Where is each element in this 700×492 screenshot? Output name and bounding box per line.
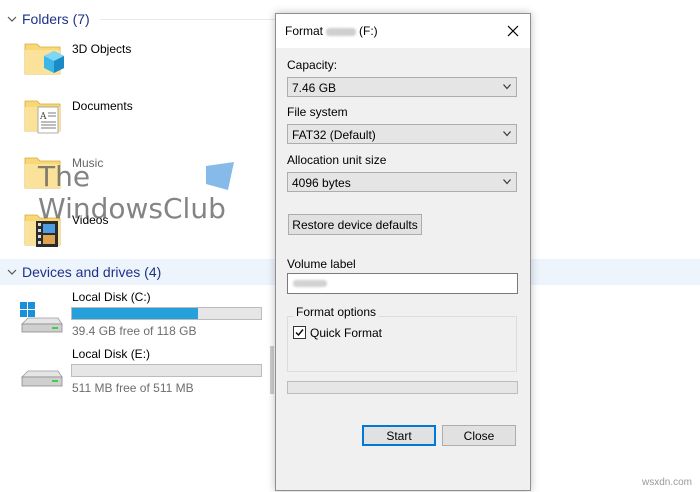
watermark: The WindowsClub	[38, 160, 238, 230]
dialog-title: Format (F:)	[285, 24, 378, 38]
watermark-logo-icon	[206, 162, 234, 190]
devices-group-header[interactable]: Devices and drives (4)	[0, 260, 161, 284]
drive-e[interactable]: Local Disk (E:) 511 MB free of 511 MB	[18, 347, 268, 397]
allocation-select[interactable]: 4096 bytes	[287, 172, 517, 192]
volume-label-label: Volume label	[287, 257, 356, 271]
drive-free-space: 39.4 GB free of 118 GB	[72, 324, 197, 338]
quick-format-checkbox[interactable]	[293, 326, 306, 339]
folder-label: Documents	[72, 99, 133, 113]
chevron-down-icon	[503, 179, 511, 185]
filesystem-select[interactable]: FAT32 (Default)	[287, 124, 517, 144]
format-options-group	[287, 316, 517, 372]
drive-free-space: 511 MB free of 511 MB	[72, 381, 194, 395]
capacity-label: Capacity:	[287, 58, 338, 72]
site-watermark: wsxdn.com	[641, 477, 692, 488]
folder-documents-icon: A	[24, 100, 61, 134]
folder-label: 3D Objects	[72, 42, 132, 56]
folder-3d-objects-icon	[24, 43, 64, 75]
filesystem-value: FAT32 (Default)	[292, 128, 376, 142]
allocation-value: 4096 bytes	[292, 176, 351, 190]
watermark-line2: WindowsClub	[38, 192, 226, 225]
windows-drive-icon	[20, 302, 63, 333]
folders-group-header[interactable]: Folders (7)	[0, 7, 90, 31]
format-dialog: Format (F:) Capacity: 7.46 GB File system…	[275, 13, 531, 491]
chevron-down-icon	[7, 16, 17, 22]
folder-documents[interactable]: A Documents	[22, 95, 272, 147]
restore-defaults-button[interactable]: Restore device defaults	[288, 214, 422, 235]
dialog-titlebar[interactable]: Format (F:)	[276, 14, 530, 48]
drive-usage-bar	[71, 364, 262, 377]
capacity-select[interactable]: 7.46 GB	[287, 77, 517, 97]
dialog-close-button[interactable]	[500, 18, 526, 44]
svg-text:A: A	[39, 112, 47, 122]
folders-header-label: Folders (7)	[22, 11, 90, 27]
start-button[interactable]: Start	[362, 425, 436, 446]
folder-3d-objects[interactable]: 3D Objects	[22, 38, 272, 90]
drive-name: Local Disk (C:)	[72, 290, 151, 304]
drive-icon	[21, 370, 63, 387]
format-progress-bar	[287, 381, 518, 394]
capacity-value: 7.46 GB	[292, 81, 337, 95]
drive-usage-bar	[71, 307, 262, 320]
close-button[interactable]: Close	[442, 425, 516, 446]
chevron-down-icon	[503, 131, 511, 137]
checkmark-icon	[295, 329, 304, 337]
drive-name: Local Disk (E:)	[72, 347, 151, 361]
quick-format-label: Quick Format	[310, 326, 383, 340]
scrollbar-thumb[interactable]	[270, 346, 274, 394]
drive-c[interactable]: Local Disk (C:) 39.4 GB free of 118 GB	[18, 290, 268, 340]
close-icon	[507, 25, 519, 37]
folders-header-divider	[100, 19, 275, 20]
devices-header-label: Devices and drives (4)	[22, 264, 162, 280]
redacted-volume-label	[293, 280, 327, 287]
chevron-down-icon	[7, 269, 17, 275]
dialog-title-prefix: Format	[285, 24, 324, 38]
format-options-label: Format options	[294, 305, 379, 319]
filesystem-label: File system	[287, 105, 348, 119]
redacted-drive-name	[326, 27, 357, 36]
chevron-down-icon	[503, 84, 511, 90]
volume-label-input[interactable]	[287, 273, 518, 294]
allocation-label: Allocation unit size	[287, 153, 387, 167]
watermark-line1: The	[38, 160, 91, 193]
dialog-title-suffix: (F:)	[359, 24, 378, 38]
